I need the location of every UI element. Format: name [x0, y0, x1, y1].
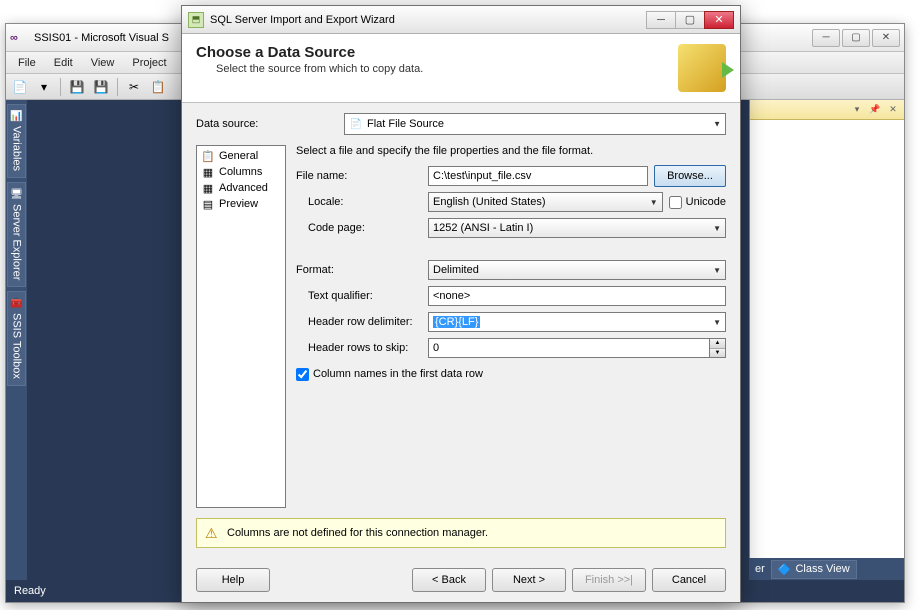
chevron-down-icon: ▼ [713, 318, 721, 327]
preview-icon: ▤ [201, 197, 215, 211]
header-skip-spinner[interactable]: ▲ ▼ [428, 338, 726, 358]
save-icon[interactable]: 💾 [67, 77, 87, 97]
general-icon: 📋 [201, 149, 215, 163]
finish-button: Finish >>| [572, 568, 646, 592]
wizard-button-row: Help < Back Next > Finish >>| Cancel [182, 558, 740, 602]
browse-button[interactable]: Browse... [654, 165, 726, 187]
help-button[interactable]: Help [196, 568, 270, 592]
vs-close-button[interactable]: ✕ [872, 29, 900, 47]
menu-view[interactable]: View [83, 55, 123, 71]
variables-icon: 📊 [10, 111, 22, 122]
vs-right-bottom-tabs: er 🔷Class View [749, 558, 904, 580]
menu-project[interactable]: Project [124, 55, 174, 71]
status-text: Ready [14, 585, 46, 597]
wizard-maximize-button[interactable]: ▢ [675, 11, 705, 29]
advanced-icon: ▦ [201, 181, 215, 195]
sidebar-ssis-toolbox[interactable]: 🧰SSIS Toolbox [7, 291, 25, 386]
data-source-value: Flat File Source [367, 118, 444, 130]
tab-class-view[interactable]: 🔷Class View [771, 560, 857, 579]
server-icon: 🖥 [10, 189, 23, 200]
toolbar-separator [60, 78, 61, 96]
nav-general[interactable]: 📋General [199, 148, 283, 164]
wizard-nav-tree: 📋General ▦Columns ▦Advanced ▤Preview [196, 145, 286, 508]
vs-right-panel-header: ▾ 📌 ✕ [750, 100, 904, 120]
data-source-combo[interactable]: 📄 Flat File Source ▼ [344, 113, 726, 135]
text-qualifier-label: Text qualifier: [296, 290, 422, 302]
copy-icon[interactable]: 📋 [148, 77, 168, 97]
code-page-label: Code page: [296, 222, 422, 234]
menu-file[interactable]: File [10, 55, 44, 71]
vs-minimize-button[interactable]: ─ [812, 29, 840, 47]
chevron-down-icon: ▼ [713, 120, 721, 129]
chevron-down-icon: ▼ [713, 266, 721, 275]
wizard-header: Choose a Data Source Select the source f… [182, 34, 740, 103]
wizard-close-button[interactable]: ✕ [704, 11, 734, 29]
panel-pin-icon[interactable]: 📌 [868, 103, 882, 117]
file-name-input[interactable] [428, 166, 648, 186]
sidebar-server-explorer[interactable]: 🖥Server Explorer [7, 182, 26, 287]
wizard-form-area: Select a file and specify the file prope… [296, 145, 726, 508]
nav-columns[interactable]: ▦Columns [199, 164, 283, 180]
header-skip-label: Header rows to skip: [296, 342, 422, 354]
save-all-icon[interactable]: 💾 [91, 77, 111, 97]
warning-bar: ⚠ Columns are not defined for this conne… [196, 518, 726, 548]
nav-advanced[interactable]: ▦Advanced [199, 180, 283, 196]
panel-close-icon[interactable]: ✕ [886, 103, 900, 117]
header-delimiter-combo[interactable]: {CR}{LF} ▼ [428, 312, 726, 332]
vs-maximize-button[interactable]: ▢ [842, 29, 870, 47]
wizard-titlebar: ⬒ SQL Server Import and Export Wizard ─ … [182, 6, 740, 34]
wizard-body: Data source: 📄 Flat File Source ▼ 📋Gener… [182, 103, 740, 518]
text-qualifier-input[interactable] [428, 286, 726, 306]
wizard-app-icon: ⬒ [188, 12, 204, 28]
chevron-down-icon: ▼ [713, 224, 721, 233]
cut-icon[interactable]: ✂ [124, 77, 144, 97]
column-names-checkbox[interactable]: Column names in the first data row [296, 368, 483, 381]
add-item-icon[interactable]: ▾ [34, 77, 54, 97]
vs-title: SSIS01 - Microsoft Visual S [34, 32, 169, 44]
locale-label: Locale: [296, 196, 422, 208]
tab-fragment[interactable]: er [755, 563, 765, 575]
flat-file-icon: 📄 [349, 117, 363, 131]
spin-down-icon[interactable]: ▼ [710, 349, 725, 358]
wizard-header-icon [678, 44, 726, 92]
unicode-checkbox[interactable]: Unicode [669, 196, 726, 209]
header-delimiter-label: Header row delimiter: [296, 316, 422, 328]
format-combo[interactable]: Delimited ▼ [428, 260, 726, 280]
data-source-label: Data source: [196, 118, 336, 130]
menu-edit[interactable]: Edit [46, 55, 81, 71]
toolbar-separator [117, 78, 118, 96]
format-label: Format: [296, 264, 422, 276]
wizard-subheading: Select the source from which to copy dat… [216, 63, 678, 75]
cancel-button[interactable]: Cancel [652, 568, 726, 592]
wizard-heading: Choose a Data Source [196, 44, 678, 61]
columns-icon: ▦ [201, 165, 215, 179]
code-page-combo[interactable]: 1252 (ANSI - Latin I) ▼ [428, 218, 726, 238]
vs-right-panel: ▾ 📌 ✕ [749, 100, 904, 580]
nav-preview[interactable]: ▤Preview [199, 196, 283, 212]
new-project-icon[interactable]: 📄 [10, 77, 30, 97]
next-button[interactable]: Next > [492, 568, 566, 592]
vs-logo-icon: ∞ [10, 32, 28, 44]
locale-combo[interactable]: English (United States) ▼ [428, 192, 663, 212]
data-source-row: Data source: 📄 Flat File Source ▼ [196, 113, 726, 135]
chevron-down-icon: ▼ [650, 198, 658, 207]
sidebar-variables[interactable]: 📊Variables [7, 104, 25, 178]
back-button[interactable]: < Back [412, 568, 486, 592]
toolbox-icon: 🧰 [10, 298, 22, 309]
wizard-minimize-button[interactable]: ─ [646, 11, 676, 29]
warning-text: Columns are not defined for this connect… [227, 527, 488, 539]
panel-dropdown-icon[interactable]: ▾ [850, 103, 864, 117]
vs-sidebar: 📊Variables 🖥Server Explorer 🧰SSIS Toolbo… [6, 100, 27, 580]
header-skip-input[interactable] [428, 338, 710, 358]
class-view-icon: 🔷 [778, 563, 792, 576]
instruction-text: Select a file and specify the file prope… [296, 145, 726, 157]
column-names-checkbox-input[interactable] [296, 368, 309, 381]
wizard-title: SQL Server Import and Export Wizard [210, 14, 395, 26]
import-export-wizard-dialog: ⬒ SQL Server Import and Export Wizard ─ … [181, 5, 741, 603]
unicode-checkbox-input[interactable] [669, 196, 682, 209]
file-name-label: File name: [296, 170, 422, 182]
spin-up-icon[interactable]: ▲ [710, 339, 725, 349]
warning-icon: ⚠ [205, 525, 221, 541]
wizard-mid-row: 📋General ▦Columns ▦Advanced ▤Preview Sel… [196, 145, 726, 508]
